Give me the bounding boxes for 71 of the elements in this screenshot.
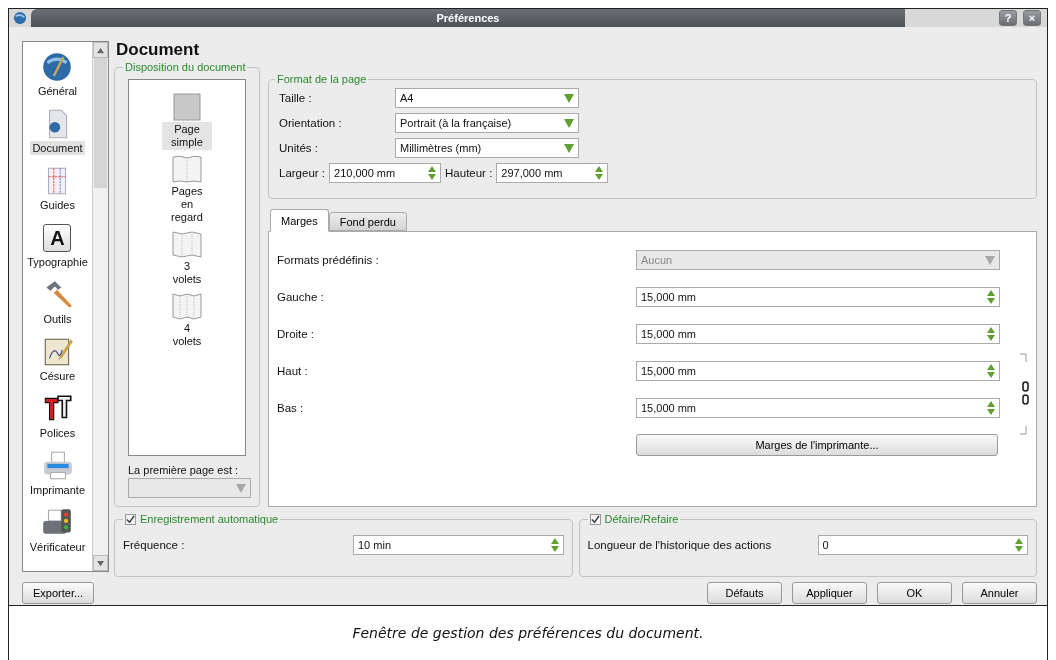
export-button[interactable]: Exporter... [22,582,95,604]
window-title: Préférences [436,12,500,24]
tab[interactable]: Fond perdu [328,212,407,231]
field-label: Gauche : [277,290,325,303]
dropdown-arrow-icon [564,117,574,128]
dropdown[interactable]: Millimètres (mm) [395,137,579,158]
checkbox[interactable] [125,513,136,525]
spin-box[interactable]: 15,000 mm [636,323,1000,344]
chain-link-icon[interactable] [1018,352,1030,436]
scroll-up-arrow-icon[interactable] [97,46,104,54]
section-heading: Document [116,41,201,61]
scroll-down-arrow-icon[interactable] [97,559,104,567]
group-title: Format de la page [276,73,368,85]
field-label: Droite : [277,327,316,340]
field-label: Longueur de l'historique des actions [587,539,773,551]
layout-option[interactable]: 4 volets [155,291,219,349]
sidebar-item[interactable]: Imprimante [28,449,87,505]
dropdown-arrow-icon [236,483,246,493]
dropdown[interactable]: A4 [395,87,579,108]
sidebar-item[interactable]: A Typographie [25,221,90,277]
printer-margins-button[interactable]: Marges de l'imprimante... [636,433,998,456]
layout-option[interactable]: Page simple [155,92,219,150]
scrollbar[interactable] [92,42,108,571]
dropdown-arrow-icon [564,92,574,103]
dropdown[interactable]: Portrait (à la française) [395,112,579,133]
figure-caption: Fenêtre de gestion des préférences du document. [8,606,1048,660]
spin-box[interactable]: 0 [817,535,1028,555]
single-page-icon [172,92,202,122]
dialog-button[interactable]: OK [877,582,952,604]
globe-icon [13,11,27,25]
letter-key-icon: A [43,224,72,252]
sidebar-item[interactable]: Césure [37,335,78,391]
field-label: Largeur : [278,166,326,179]
sidebar-item[interactable]: Guides [38,164,77,220]
spin-box[interactable]: 15,000 mm [636,397,1000,418]
layout-option[interactable]: Pages en regard [155,154,219,225]
field-label: Bas : [277,401,305,414]
spin-box[interactable]: 15,000 mm [636,286,1000,307]
dialog-button[interactable]: Défauts [707,582,782,604]
field-label: Hauteur : [445,166,493,179]
checkbox[interactable] [589,513,601,525]
dialog-button[interactable]: Appliquer [792,582,867,604]
field-label: Formats prédéfinis : [277,253,380,266]
sidebar-item[interactable]: Outils [40,278,75,334]
spin-box[interactable]: 297,000 mm [496,162,609,183]
field-label: Fréquence : [123,539,186,551]
layout-option[interactable]: 3 volets [155,229,219,287]
field-label: Unités : [278,141,319,154]
dropdown-arrow-icon [985,254,995,265]
dropdown-arrow-icon [564,142,574,153]
sidebar-item[interactable]: Document [30,107,85,163]
group-title: Disposition du document [124,61,247,73]
close-button[interactable]: × [1023,10,1041,26]
dialog-button[interactable]: Annuler [962,582,1037,604]
scrollbar-thumb[interactable] [94,58,107,188]
field-label: Orientation : [278,116,343,129]
field-label: Haut : [277,364,309,377]
tab[interactable]: Marges [270,209,329,232]
sidebar-item[interactable]: Polices [37,392,78,448]
spin-box[interactable]: 15,000 mm [636,360,1000,381]
field-label: Taille : [278,91,313,104]
group-title: Enregistrement automatique [140,513,279,525]
field-label: La première page est : [128,464,240,476]
group-title: Défaire/Refaire [604,513,679,525]
spin-box[interactable]: 10 min [353,535,564,555]
four-fold-icon [172,291,202,321]
facing-pages-icon [172,154,202,184]
sidebar-item[interactable]: Vérificateur [27,506,88,562]
sidebar-item[interactable]: Général [35,50,80,106]
tri-fold-icon [172,229,202,259]
spin-box[interactable]: 210,000 mm [329,162,442,183]
